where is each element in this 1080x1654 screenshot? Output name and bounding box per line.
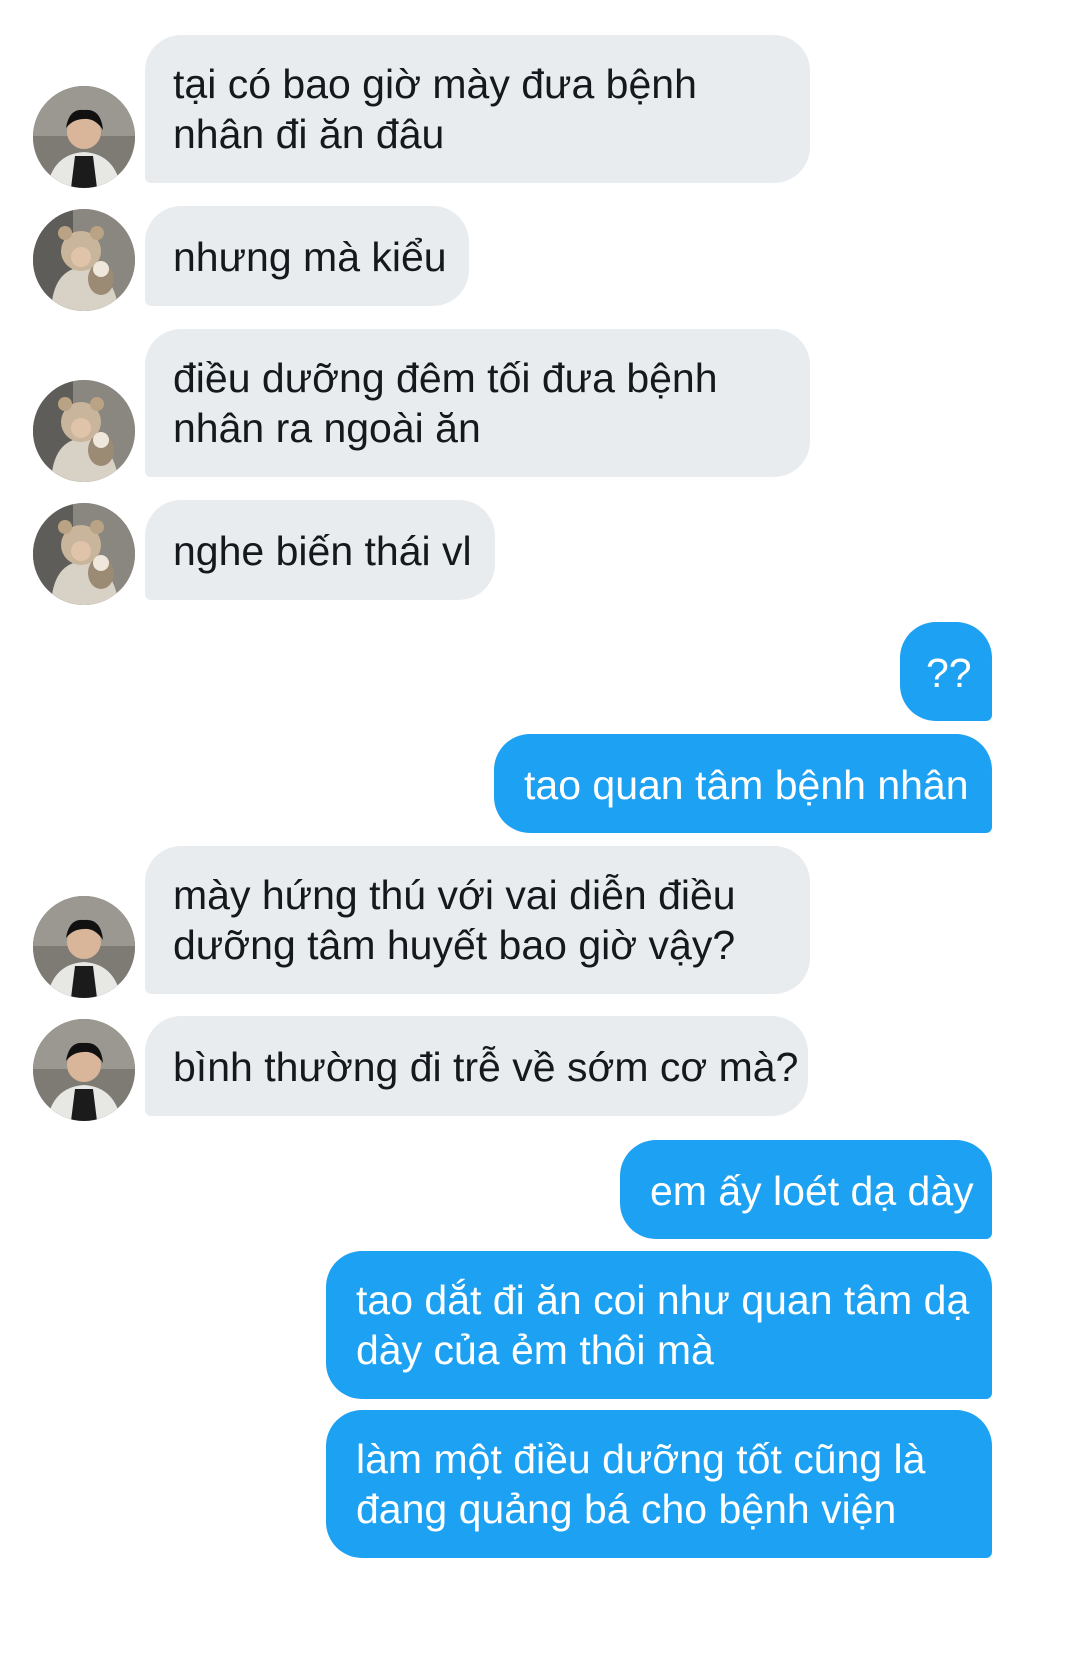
message-outgoing[interactable]: tao dắt đi ăn coi như quan tâm dạ dày củ… xyxy=(326,1251,992,1399)
message-line: tao quan tâm bệnh nhân xyxy=(524,762,969,808)
message-incoming[interactable]: tại có bao giờ mày đưa bệnh nhân đi ăn đ… xyxy=(145,35,810,183)
message-incoming[interactable]: nghe biến thái vl xyxy=(145,500,495,600)
message-line: dày của ẻm thôi mà xyxy=(356,1327,714,1373)
avatar-bear-hat-dog[interactable] xyxy=(33,503,135,605)
message-line: đang quảng bá cho bệnh viện xyxy=(356,1486,897,1532)
message-line: làm một điều dưỡng tốt cũng là xyxy=(356,1436,926,1482)
message-line: nghe biến thái vl xyxy=(173,528,472,574)
message-incoming[interactable]: điều dưỡng đêm tối đưa bệnh nhân ra ngoà… xyxy=(145,329,810,477)
avatar-bear-hat-dog[interactable] xyxy=(33,209,135,311)
message-incoming[interactable]: nhưng mà kiểu xyxy=(145,206,469,306)
message-line: dưỡng tâm huyết bao giờ vậy? xyxy=(173,922,736,968)
message-line: tại có bao giờ mày đưa bệnh xyxy=(173,61,697,107)
message-outgoing[interactable]: em ấy loét dạ dày xyxy=(620,1140,992,1239)
message-line: tao dắt đi ăn coi như quan tâm dạ xyxy=(356,1277,970,1323)
message-incoming[interactable]: mày hứng thú với vai diễn điều dưỡng tâm… xyxy=(145,846,810,994)
message-line: nhân ra ngoài ăn xyxy=(173,405,481,451)
avatar-bear-hat-dog[interactable] xyxy=(33,380,135,482)
avatar-boy-black-shirt[interactable] xyxy=(33,896,135,998)
message-outgoing[interactable]: ?? xyxy=(900,622,992,721)
message-line: em ấy loét dạ dày xyxy=(650,1168,974,1214)
message-incoming[interactable]: bình thường đi trễ về sớm cơ mà? xyxy=(145,1016,808,1116)
avatar-boy-black-shirt[interactable] xyxy=(33,1019,135,1121)
message-outgoing[interactable]: tao quan tâm bệnh nhân xyxy=(494,734,992,833)
message-line: ?? xyxy=(926,650,972,696)
message-outgoing[interactable]: làm một điều dưỡng tốt cũng là đang quản… xyxy=(326,1410,992,1558)
message-line: nhưng mà kiểu xyxy=(173,234,447,280)
message-line: điều dưỡng đêm tối đưa bệnh xyxy=(173,355,718,401)
message-line: nhân đi ăn đâu xyxy=(173,111,445,157)
message-line: mày hứng thú với vai diễn điều xyxy=(173,872,736,918)
message-line: bình thường đi trễ về sớm cơ mà? xyxy=(173,1044,799,1090)
avatar-boy-black-shirt[interactable] xyxy=(33,86,135,188)
